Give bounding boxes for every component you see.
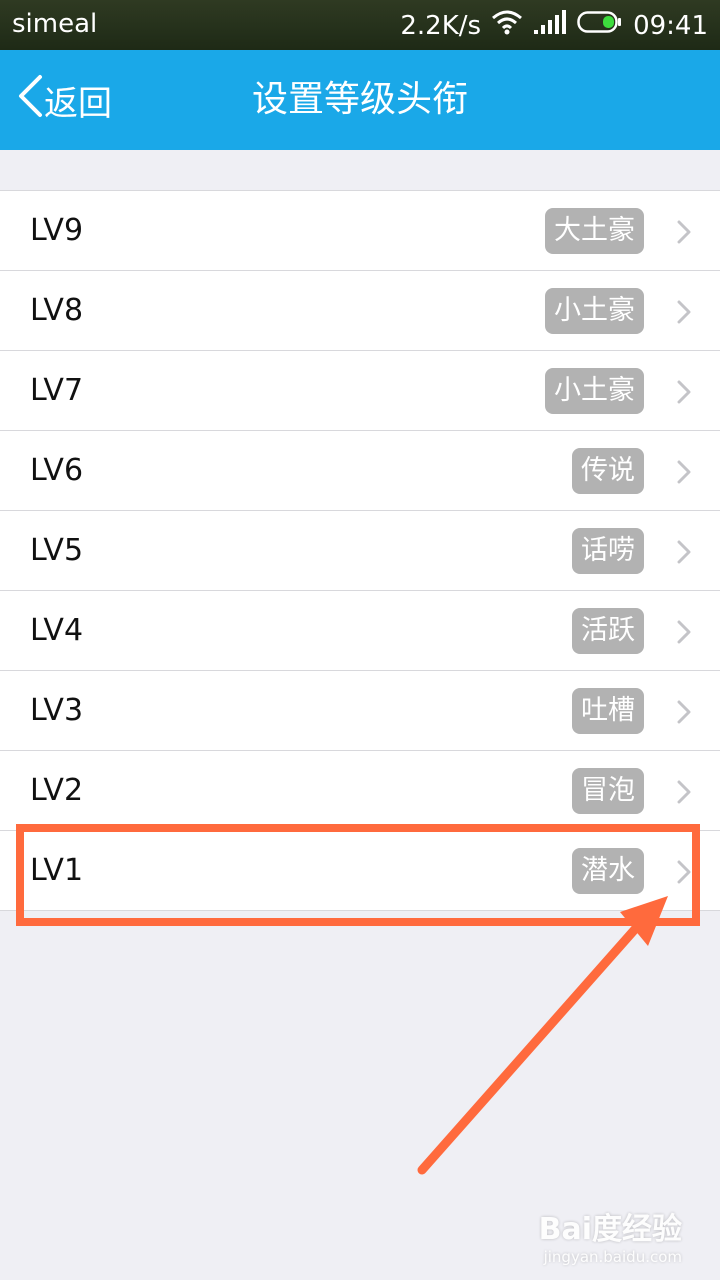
level-label: LV5 [30,533,84,568]
level-title-badge: 小土豪 [545,367,644,414]
level-title-badge: 传说 [572,447,644,494]
level-title-badge: 冒泡 [572,767,644,814]
level-label: LV8 [30,293,84,328]
level-row-lv9[interactable]: LV9 大土豪 [0,191,720,271]
clock: 09:41 [633,10,708,41]
chevron-right-icon [676,700,692,728]
nav-bar: 返回 设置等级头衔 [0,50,720,150]
watermark-url: jingyan.baidu.com [543,1248,682,1266]
level-label: LV3 [30,693,84,728]
level-label: LV6 [30,453,84,488]
chevron-right-icon [676,620,692,648]
level-title-badge: 大土豪 [545,207,644,254]
wifi-icon [491,9,523,42]
battery-icon [577,10,623,41]
level-row-lv4[interactable]: LV4 活跃 [0,591,720,671]
chevron-right-icon [676,780,692,808]
carrier-name: simeal [12,9,98,39]
level-title-badge: 吐槽 [572,687,644,734]
level-row-lv1[interactable]: LV1 潜水 [0,831,720,911]
level-label: LV7 [30,373,84,408]
chevron-right-icon [676,380,692,408]
chevron-right-icon [676,460,692,488]
chevron-right-icon [676,860,692,888]
level-list: LV9 大土豪 LV8 小土豪 LV7 小土豪 LV6 传说 LV5 话唠 LV… [0,190,720,911]
watermark-logo: Bai度经验 [538,1212,682,1247]
level-row-lv6[interactable]: LV6 传说 [0,431,720,511]
network-speed: 2.2K/s [400,10,482,41]
level-row-lv8[interactable]: LV8 小土豪 [0,271,720,351]
page-title: 设置等级头衔 [251,79,468,120]
level-row-lv5[interactable]: LV5 话唠 [0,511,720,591]
level-label: LV4 [30,613,84,648]
signal-icon [533,9,567,42]
level-row-lv7[interactable]: LV7 小土豪 [0,351,720,431]
status-bar: simeal 2.2K/s 09:41 [0,0,720,50]
level-label: LV2 [30,773,84,808]
level-row-lv2[interactable]: LV2 冒泡 [0,751,720,831]
level-title-badge: 潜水 [572,847,644,894]
chevron-right-icon [676,300,692,328]
status-icons: 2.2K/s 09:41 [400,9,708,42]
level-title-badge: 话唠 [572,527,644,574]
level-title-badge: 小土豪 [545,287,644,334]
level-label: LV1 [30,853,84,888]
watermark: Bai度经验 jingyan.baidu.com [539,1204,682,1266]
level-label: LV9 [30,213,84,248]
level-title-badge: 活跃 [572,607,644,654]
chevron-right-icon [676,540,692,568]
chevron-right-icon [676,220,692,248]
level-row-lv3[interactable]: LV3 吐槽 [0,671,720,751]
